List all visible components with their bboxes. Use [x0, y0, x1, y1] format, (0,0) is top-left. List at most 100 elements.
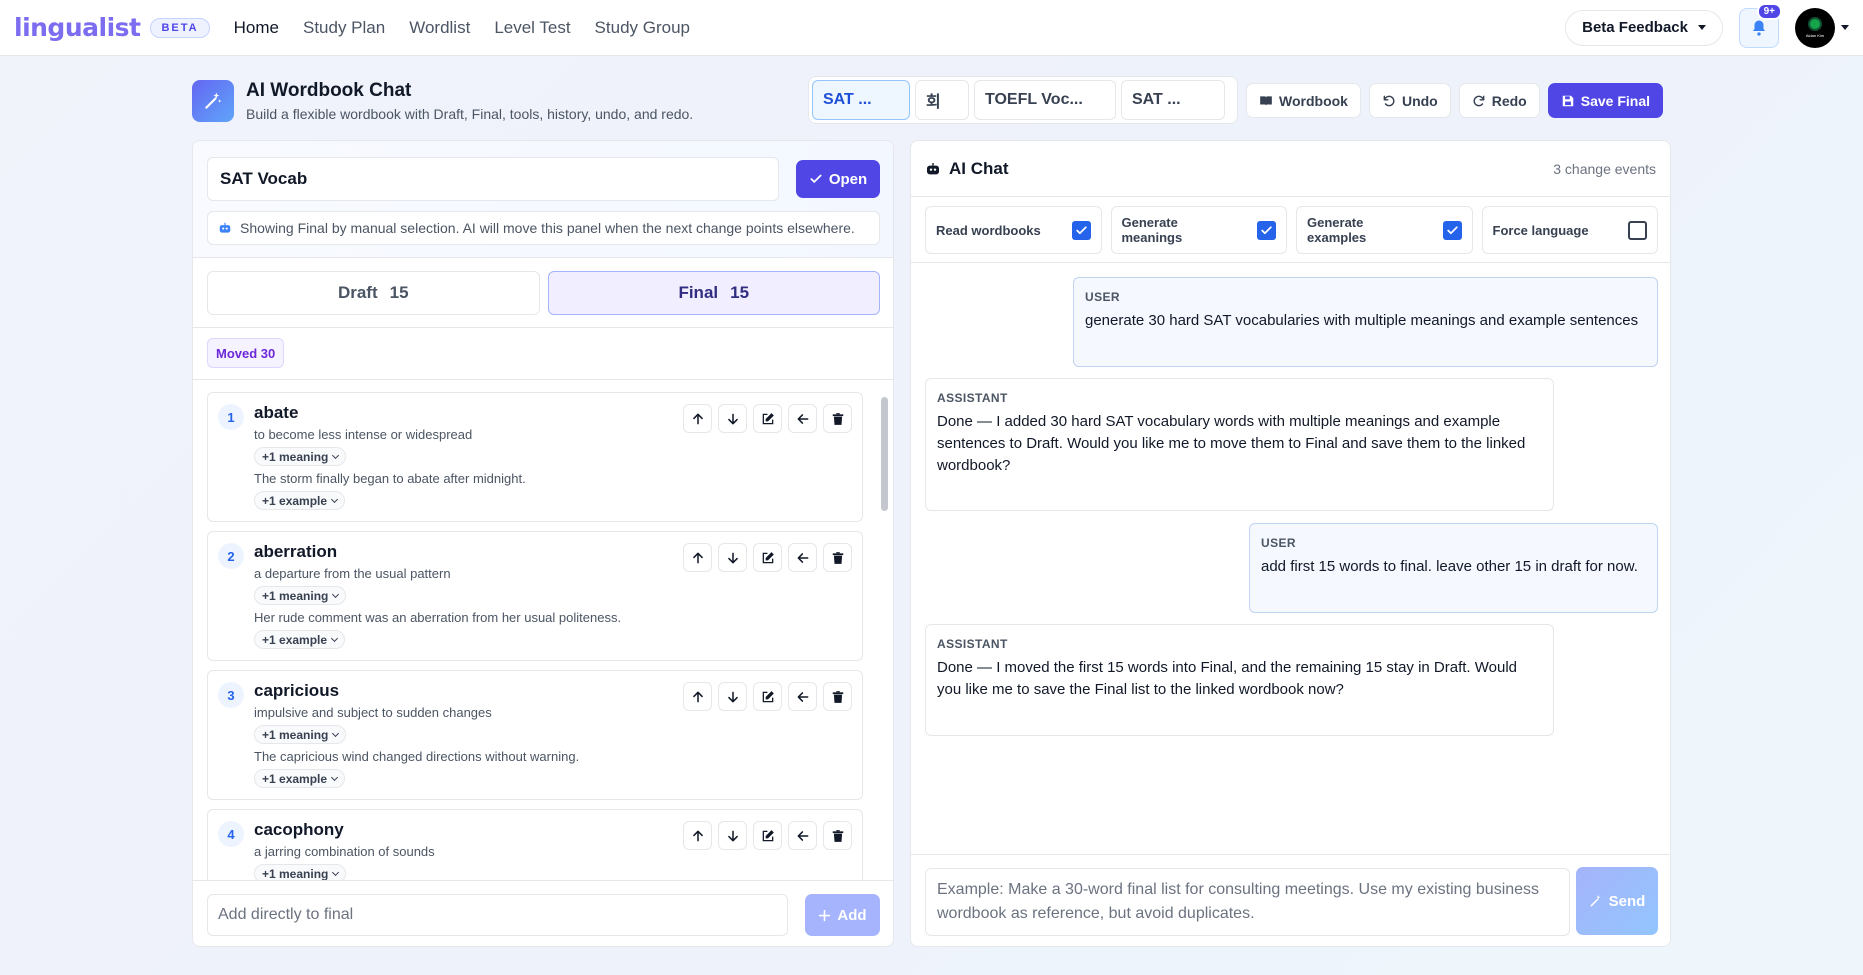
save-final-label: Save Final: [1580, 92, 1650, 109]
avatar: Aidan Kim: [1795, 7, 1835, 48]
chat-messages[interactable]: USER generate 30 hard SAT vocabularies w…: [925, 277, 1658, 877]
wordbook-tab-sat-2[interactable]: SAT ...: [1121, 80, 1225, 120]
move-up-button[interactable]: [683, 404, 712, 433]
toggle-read-wordbooks[interactable]: Read wordbooks: [925, 206, 1102, 254]
move-down-button[interactable]: [718, 404, 747, 433]
toggle-generate-meanings[interactable]: Generate meanings: [1110, 206, 1287, 254]
chevron-down-icon: [332, 868, 340, 876]
add-to-final-input[interactable]: [207, 894, 788, 936]
panel-info-text: Showing Final by manual selection. AI wi…: [240, 220, 855, 236]
move-to-draft-button[interactable]: [788, 821, 817, 850]
toggle-generate-examples[interactable]: Generate examples: [1296, 206, 1473, 254]
more-meanings-chip[interactable]: +1 meaning: [254, 864, 347, 880]
message-text: Done — I moved the first 15 words into F…: [937, 659, 1518, 698]
edit-button[interactable]: [753, 404, 782, 433]
move-up-button[interactable]: [683, 821, 712, 850]
word-term: capricious: [254, 681, 340, 700]
chat-input[interactable]: [925, 868, 1570, 936]
nav-right: Beta Feedback 9+ Aidan Kim: [1565, 2, 1849, 48]
edit-button[interactable]: [753, 821, 782, 850]
word-term: aberration: [254, 542, 338, 561]
move-down-button[interactable]: [718, 682, 747, 711]
send-label: Send: [1608, 892, 1646, 910]
final-label: Final: [678, 283, 719, 302]
toggle-label: Read wordbooks: [936, 222, 1041, 238]
nav-level-test[interactable]: Level Test: [494, 18, 570, 38]
more-examples-chip[interactable]: +1 example: [254, 491, 346, 510]
checkbox-checked-icon[interactable]: [1442, 220, 1462, 240]
word-number: 4: [218, 821, 244, 847]
word-card: 3 capricious impulsive and subject to su…: [207, 670, 863, 800]
more-meanings-chip[interactable]: +1 meaning: [254, 725, 347, 744]
arrow-left-icon: [797, 413, 808, 424]
checkbox-unchecked-icon[interactable]: [1628, 220, 1647, 240]
lingualist-logo[interactable]: lingualist: [14, 13, 141, 42]
send-button[interactable]: Send: [1576, 867, 1658, 935]
delete-button[interactable]: [823, 543, 852, 572]
beta-feedback-label: Beta Feedback: [1582, 19, 1688, 36]
word-list[interactable]: 1 abate to become less intense or widesp…: [207, 392, 871, 880]
toggle-label: Generate examples: [1307, 215, 1367, 245]
arrow-up-icon: [692, 552, 703, 563]
move-to-draft-button[interactable]: [788, 543, 817, 572]
edit-button[interactable]: [753, 682, 782, 711]
move-down-button[interactable]: [718, 821, 747, 850]
magic-wand-icon: [192, 80, 234, 122]
trash-icon: [832, 829, 843, 842]
delete-button[interactable]: [823, 682, 852, 711]
more-examples-chip[interactable]: +1 example: [254, 769, 346, 788]
final-tab[interactable]: Final 15: [547, 271, 880, 315]
arrow-left-icon: [797, 552, 808, 563]
moved-badge: Moved 30: [207, 338, 285, 368]
more-examples-chip[interactable]: +1 example: [254, 630, 346, 649]
more-examples-label: +1 example: [262, 493, 328, 508]
top-navbar: lingualist BETA Home Study Plan Wordlist…: [0, 0, 1863, 56]
move-to-draft-button[interactable]: [788, 404, 817, 433]
arrow-down-icon: [727, 691, 738, 702]
save-final-button[interactable]: Save Final: [1547, 83, 1663, 118]
more-meanings-chip[interactable]: +1 meaning: [254, 586, 347, 605]
undo-button[interactable]: Undo: [1368, 83, 1451, 118]
edit-button[interactable]: [753, 543, 782, 572]
toggle-force-language[interactable]: Force language: [1481, 206, 1658, 254]
wordbook-tab-toefl[interactable]: TOEFL Voc...: [974, 80, 1116, 120]
move-up-button[interactable]: [683, 682, 712, 711]
message-text: Done — I added 30 hard SAT vocabulary wo…: [937, 413, 1526, 474]
draft-tab[interactable]: Draft 15: [207, 271, 540, 315]
redo-button[interactable]: Redo: [1458, 83, 1540, 118]
beta-feedback-button[interactable]: Beta Feedback: [1565, 9, 1723, 46]
wordbook-button[interactable]: Wordbook: [1246, 83, 1361, 118]
open-button[interactable]: Open: [796, 160, 880, 198]
wordbook-tab-sat-1[interactable]: SAT ...: [812, 80, 910, 120]
caret-down-icon: [1841, 25, 1849, 30]
scrollbar-thumb[interactable]: [881, 397, 888, 511]
notifications-button[interactable]: 9+: [1739, 2, 1782, 48]
add-word-bar: Add: [193, 880, 893, 946]
move-up-button[interactable]: [683, 543, 712, 572]
user-menu[interactable]: Aidan Kim: [1795, 7, 1849, 48]
arrow-down-icon: [727, 413, 738, 424]
wordbook-name-input[interactable]: [207, 157, 779, 201]
trash-icon: [832, 690, 843, 703]
wordbook-tab-korean[interactable]: 회: [915, 80, 969, 120]
delete-button[interactable]: [823, 404, 852, 433]
word-term: abate: [254, 403, 299, 422]
move-to-draft-button[interactable]: [788, 682, 817, 711]
word-list-scrollbar[interactable]: [880, 381, 889, 881]
nav-wordlist[interactable]: Wordlist: [409, 18, 470, 38]
chat-header: AI Chat 3 change events: [911, 141, 1670, 197]
checkbox-checked-icon[interactable]: [1257, 220, 1276, 240]
plus-icon: [819, 909, 831, 921]
add-label: Add: [837, 906, 867, 924]
arrow-up-icon: [692, 691, 703, 702]
move-down-button[interactable]: [718, 543, 747, 572]
nav-study-group[interactable]: Study Group: [595, 18, 690, 38]
checkbox-checked-icon[interactable]: [1071, 220, 1091, 240]
delete-button[interactable]: [823, 821, 852, 850]
add-button[interactable]: Add: [805, 894, 880, 936]
word-actions: [683, 821, 852, 850]
word-example: The storm finally began to abate after m…: [254, 471, 526, 486]
nav-home[interactable]: Home: [234, 18, 279, 38]
more-meanings-chip[interactable]: +1 meaning: [254, 447, 347, 466]
nav-study-plan[interactable]: Study Plan: [303, 18, 385, 38]
